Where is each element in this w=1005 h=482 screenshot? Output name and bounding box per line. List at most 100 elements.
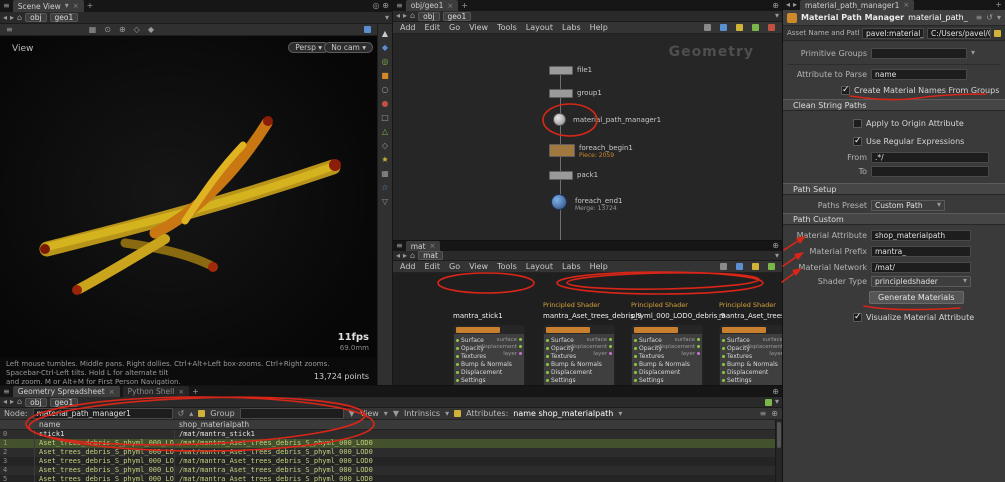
tab-param[interactable]: material_path_manager1 ×: [800, 0, 915, 10]
node-field-value[interactable]: material_path_manager1: [32, 408, 173, 419]
home-icon[interactable]: ⌂: [17, 13, 22, 22]
menu-help[interactable]: Help: [590, 262, 608, 271]
display-shade-icon[interactable]: ★: [381, 156, 388, 164]
snap-prim-icon[interactable]: ◇: [134, 25, 140, 34]
node-pack1[interactable]: [549, 171, 573, 180]
tab-geometry-spreadsheet[interactable]: Geometry Spreadsheet ×: [12, 386, 120, 397]
mat-tool-icon-4[interactable]: [768, 263, 775, 270]
pin-icon[interactable]: ▾: [775, 251, 779, 260]
view-tool-icon[interactable]: ●: [382, 100, 389, 108]
menu-help[interactable]: Help: [590, 23, 608, 32]
create-material-checkbox[interactable]: [841, 85, 850, 95]
menu-add[interactable]: Add: [400, 23, 416, 32]
tab-close-icon[interactable]: ×: [178, 388, 184, 396]
snap-multi-icon[interactable]: ◆: [148, 25, 154, 34]
table-row[interactable]: 0 stick1/mat/mantra_stick1: [0, 430, 775, 439]
menu-layout[interactable]: Layout: [526, 23, 553, 32]
tab-python-shell[interactable]: Python Shell ×: [122, 386, 190, 397]
back-icon[interactable]: ◂: [3, 398, 7, 406]
menu-edit[interactable]: Edit: [425, 23, 441, 32]
material-graph[interactable]: mantra_stick1 surface displacement layer…: [393, 273, 782, 385]
new-tab-icon[interactable]: +: [192, 387, 199, 396]
pin-icon[interactable]: ▾: [775, 398, 779, 406]
home-icon[interactable]: ⌂: [410, 12, 415, 20]
net-tool-icon-4[interactable]: [752, 24, 759, 31]
viewport-3d[interactable]: View Persp ▾ No cam ▾ 11fps 69.0mm 13,72…: [0, 36, 377, 385]
forward-icon[interactable]: ▸: [10, 13, 14, 22]
pane-maximize-icon[interactable]: ⊕: [772, 1, 779, 10]
menu-edit[interactable]: Edit: [425, 262, 441, 271]
net-tool-icon-2[interactable]: [720, 24, 727, 31]
pin-icon[interactable]: ▾: [385, 13, 389, 22]
menu-view[interactable]: View: [469, 23, 488, 32]
shader-node-card-1[interactable]: mantra_stick1 surface displacement layer…: [453, 312, 525, 385]
net-tool-icon-3[interactable]: [736, 24, 743, 31]
attributes-value[interactable]: name shop_materialpath: [513, 409, 613, 418]
home-icon[interactable]: ⌂: [17, 398, 22, 406]
breadcrumb-geo1[interactable]: geo1: [49, 397, 79, 407]
tab-mat[interactable]: mat ×: [405, 241, 441, 251]
menu-layout[interactable]: Layout: [526, 262, 553, 271]
apply-origin-checkbox[interactable]: [853, 118, 862, 128]
snap-point-icon[interactable]: ⊙: [104, 25, 111, 34]
attribute-to-parse-input[interactable]: name: [871, 68, 967, 80]
table-row[interactable]: 4 Aset_trees_debris_S_phyml_000_LOD0/mat/…: [0, 466, 775, 475]
layout-grid-icon[interactable]: ≡: [6, 25, 13, 34]
menu-go[interactable]: Go: [449, 23, 460, 32]
node-file1[interactable]: [549, 66, 573, 75]
material-prefix-input[interactable]: mantra_: [871, 245, 971, 257]
node-group1[interactable]: [549, 89, 573, 98]
tab-close-icon[interactable]: ×: [447, 2, 453, 10]
node-foreach-end1[interactable]: [551, 194, 567, 210]
generate-materials-button[interactable]: Generate Materials: [869, 290, 964, 304]
pane-grip-icon[interactable]: ≡: [3, 387, 10, 396]
net-tool-icon-1[interactable]: [704, 24, 711, 31]
tab-close-icon[interactable]: ×: [430, 242, 436, 250]
pane-grip-icon[interactable]: ≡: [396, 1, 403, 10]
asset-path-input[interactable]: C:/Users/pavel/OneDriv: [927, 27, 991, 39]
sheet-menu-icon[interactable]: ≡: [760, 409, 767, 418]
tab-menu-icon[interactable]: ▾: [65, 2, 69, 10]
snap-grid-icon[interactable]: ▦: [89, 25, 97, 34]
menu-go[interactable]: Go: [449, 262, 460, 271]
node-material-path-manager1[interactable]: [553, 113, 566, 126]
mat-tool-icon-3[interactable]: [752, 263, 759, 270]
forward-icon[interactable]: ▸: [403, 12, 407, 20]
menu-tools[interactable]: Tools: [497, 23, 517, 32]
new-tab-icon[interactable]: +: [995, 1, 1002, 9]
intrinsics-dropdown-arrow-icon[interactable]: ▾: [445, 409, 449, 418]
breadcrumb-obj[interactable]: obj: [25, 13, 47, 22]
sheet-pin-icon[interactable]: [764, 398, 772, 406]
vertical-scrollbar[interactable]: [775, 420, 782, 482]
select-tool-icon[interactable]: ▲: [382, 30, 388, 38]
tab-close-icon[interactable]: ×: [73, 2, 79, 10]
table-row[interactable]: 3 Aset_trees_debris_S_phyml_000_LOD0/mat/…: [0, 457, 775, 466]
breadcrumb-mat[interactable]: mat: [418, 251, 443, 260]
persp-camera-button[interactable]: Persp ▾: [288, 42, 329, 53]
tab-close-icon[interactable]: ×: [109, 388, 115, 396]
table-row[interactable]: 5 Aset_trees_debris_S_phyml_000_LOD0/mat/…: [0, 475, 775, 482]
display-cam-icon[interactable]: ▽: [382, 198, 388, 206]
from-input[interactable]: .*/: [871, 151, 989, 163]
snap-add-icon[interactable]: ⊕: [119, 25, 126, 34]
mat-tool-icon-1[interactable]: [720, 263, 727, 270]
tab-network[interactable]: obj/geo1 ×: [405, 0, 459, 11]
breadcrumb-geo1[interactable]: geo1: [442, 11, 472, 21]
name-column-header[interactable]: name: [34, 420, 174, 429]
path-column-header[interactable]: shop_materialpath: [174, 420, 775, 429]
new-tab-icon[interactable]: +: [461, 1, 468, 10]
breadcrumb-obj[interactable]: obj: [25, 397, 47, 407]
index-column-header[interactable]: [0, 420, 34, 429]
folder-icon[interactable]: [994, 29, 1001, 37]
group-input[interactable]: [239, 408, 344, 419]
display-lights-icon[interactable]: ☆: [381, 184, 388, 192]
breadcrumb-geo1[interactable]: geo1: [49, 13, 79, 22]
shader-node-card-2[interactable]: Principled Shader mantra_Aset_trees_debr…: [543, 301, 642, 385]
menu-view[interactable]: View: [469, 262, 488, 271]
material-attribute-input[interactable]: shop_materialpath: [871, 229, 971, 241]
forward-icon[interactable]: ▸: [793, 1, 797, 9]
display-normals-icon[interactable]: △: [382, 128, 388, 136]
back-icon[interactable]: ◂: [3, 13, 7, 22]
back-icon[interactable]: ◂: [396, 251, 400, 260]
menu-labs[interactable]: Labs: [562, 23, 581, 32]
